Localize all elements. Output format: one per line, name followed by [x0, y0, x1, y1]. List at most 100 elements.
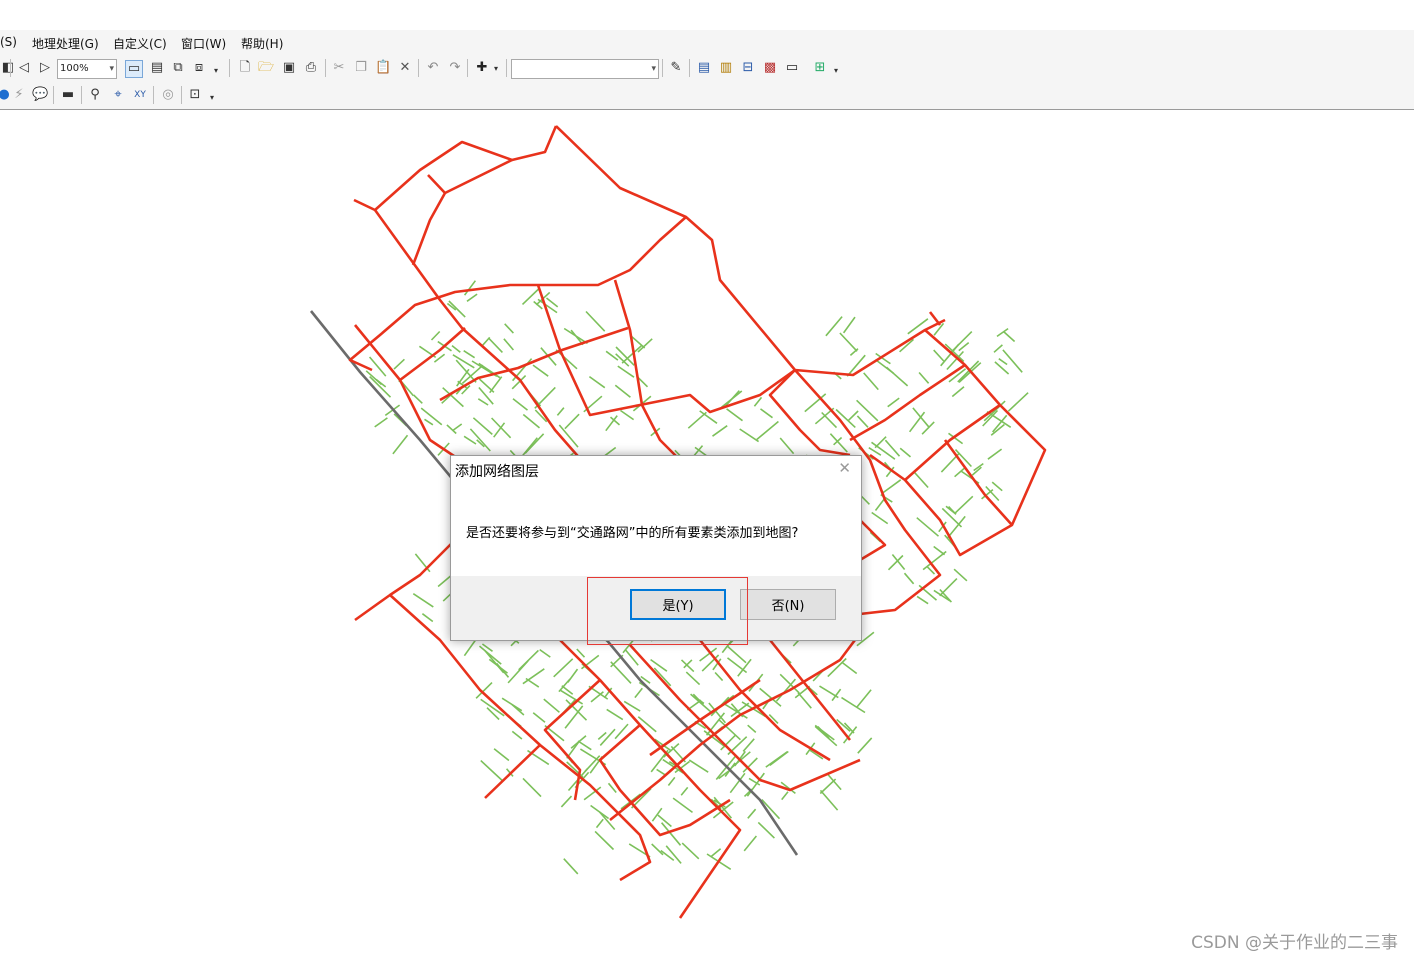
- minor-road-segment: [651, 807, 663, 822]
- back-extent-icon[interactable]: ◁: [16, 60, 32, 76]
- minor-road-segment: [681, 842, 700, 860]
- toolbar-separator: [181, 86, 182, 104]
- minor-road-segment: [424, 418, 434, 426]
- close-icon[interactable]: ✕: [838, 459, 851, 477]
- python-window-icon[interactable]: ▭: [784, 60, 800, 76]
- menu-selection[interactable]: (S): [0, 35, 17, 49]
- time-slider-icon[interactable]: ◎: [160, 87, 176, 103]
- menu-geoprocessing[interactable]: 地理处理(G): [32, 35, 99, 52]
- table-of-contents-icon[interactable]: ▤: [696, 60, 712, 76]
- major-road: [427, 158, 513, 195]
- minor-road-segment: [690, 693, 712, 713]
- minor-road-segment: [521, 287, 540, 305]
- minor-road-segment: [765, 751, 788, 768]
- minor-road-segment: [856, 415, 869, 428]
- minor-road-segment: [899, 447, 912, 458]
- arctoolbox-icon[interactable]: ▩: [762, 60, 778, 76]
- minor-road-segment: [559, 689, 584, 705]
- no-button[interactable]: 否(N): [740, 589, 836, 620]
- toolbar-overflow-icon[interactable]: ▾: [214, 64, 221, 78]
- toolbar-separator: [662, 59, 663, 77]
- copy-icon[interactable]: ❐: [353, 60, 369, 76]
- minor-road-segment: [507, 660, 529, 684]
- minor-road-segment: [954, 495, 974, 514]
- find-icon[interactable]: ⚲: [87, 87, 103, 103]
- minor-road-segment: [553, 658, 574, 678]
- cut-icon[interactable]: ✂: [331, 60, 347, 76]
- zoom-combo[interactable]: 100% ▾: [57, 59, 117, 79]
- html-popup-icon[interactable]: 💬: [32, 87, 48, 103]
- print-icon[interactable]: ⎙: [303, 60, 319, 76]
- menu-customize[interactable]: 自定义(C): [113, 35, 167, 52]
- minor-road-segment: [916, 595, 929, 605]
- minor-road-segment: [921, 421, 935, 435]
- major-road: [399, 327, 466, 382]
- toolbar-separator: [506, 59, 507, 77]
- paste-icon[interactable]: 📋: [375, 60, 391, 76]
- minor-road-segment: [556, 407, 565, 416]
- minor-road-segment: [451, 344, 461, 353]
- minor-road-segment: [590, 691, 604, 703]
- editor-toolbar-icon[interactable]: ✎: [668, 60, 684, 76]
- minor-road-segment: [430, 330, 441, 341]
- zoom-100-icon[interactable]: ⧈: [191, 60, 207, 76]
- minor-road-segment: [918, 371, 930, 384]
- layout-page-icon[interactable]: ▭: [125, 60, 143, 78]
- fixed-zoom-in-icon[interactable]: ▤: [149, 60, 165, 76]
- open-icon[interactable]: 🗁: [258, 60, 274, 76]
- window-title-strip: [0, 0, 1414, 30]
- minor-road-segment: [856, 689, 872, 708]
- minor-road-segment: [688, 759, 709, 773]
- create-viewer-icon[interactable]: ⊡: [187, 87, 203, 103]
- menu-windows[interactable]: 窗口(W): [181, 35, 226, 52]
- forward-extent-icon[interactable]: ▷: [37, 60, 53, 76]
- search-window-icon[interactable]: ⊟: [740, 60, 756, 76]
- menu-help[interactable]: 帮助(H): [241, 35, 283, 52]
- catalog-icon[interactable]: ▥: [718, 60, 734, 76]
- minor-road-segment: [480, 760, 503, 782]
- minor-road-segment: [667, 776, 676, 786]
- minor-road-segment: [413, 394, 423, 404]
- previous-extent-icon[interactable]: ◧: [0, 60, 16, 76]
- minor-road-segment: [522, 668, 545, 685]
- redo-icon[interactable]: ↷: [447, 60, 463, 76]
- add-data-icon[interactable]: ✚: [474, 60, 490, 76]
- dialog-message: 是否还要将参与到“交通路网”中的所有要素类添加到地图?: [466, 526, 799, 541]
- minor-road-segment: [757, 821, 775, 839]
- chevron-down-icon: ▾: [109, 64, 114, 74]
- minor-road-segment: [944, 343, 965, 362]
- minor-road-segment: [887, 397, 900, 408]
- minor-road-segment: [567, 668, 579, 683]
- minor-road-segment: [742, 738, 755, 752]
- save-icon[interactable]: ▣: [281, 60, 297, 76]
- add-data-dropdown-icon[interactable]: ▾: [494, 62, 501, 76]
- minor-road-segment: [819, 789, 839, 811]
- new-document-icon[interactable]: 🗋: [237, 60, 253, 76]
- minor-road-segment: [657, 814, 672, 828]
- minor-road-segment: [881, 479, 902, 495]
- minor-road-segment: [599, 728, 616, 746]
- toolbar-overflow-icon[interactable]: ▾: [210, 91, 217, 105]
- minor-road-segment: [491, 417, 512, 439]
- minor-road-segment: [797, 692, 812, 709]
- minor-road-segment: [597, 731, 607, 741]
- toolbar-separator: [153, 86, 154, 104]
- measure-icon[interactable]: ▬: [60, 87, 76, 103]
- toolbar-separator: [325, 59, 326, 77]
- major-road: [536, 284, 796, 417]
- go-to-xy-icon[interactable]: XY: [132, 87, 148, 103]
- minor-road-segment: [452, 423, 463, 431]
- modelbuilder-icon[interactable]: ⊞: [812, 60, 828, 76]
- undo-icon[interactable]: ↶: [425, 60, 441, 76]
- minor-road-segment: [885, 366, 909, 387]
- delete-icon[interactable]: ✕: [397, 60, 413, 76]
- toolbar-separator: [81, 86, 82, 104]
- find-route-icon[interactable]: ⌖: [110, 87, 126, 103]
- zoom-whole-page-icon[interactable]: ⧉: [170, 60, 186, 76]
- minor-road-segment: [594, 830, 615, 851]
- lightning-icon[interactable]: ⚡: [11, 87, 27, 103]
- map-scale-combo[interactable]: ▾: [511, 59, 659, 79]
- toolbar-overflow-icon[interactable]: ▾: [834, 64, 841, 78]
- minor-road-segment: [1007, 392, 1029, 412]
- minor-road-segment: [775, 678, 797, 702]
